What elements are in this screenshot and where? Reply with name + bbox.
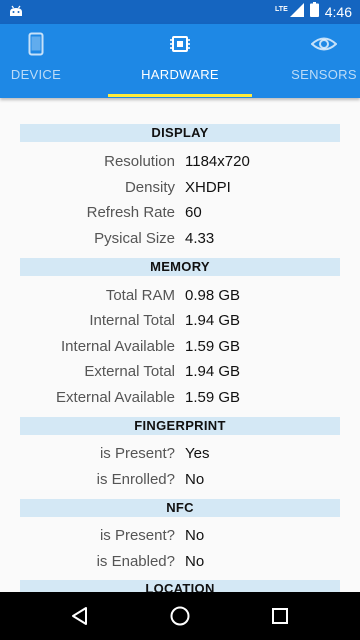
info-key: Resolution: [104, 153, 175, 170]
info-value: 1.94 GB: [185, 312, 241, 329]
tab-device-label: DEVICE: [10, 67, 62, 82]
info-key: Total RAM: [105, 287, 175, 304]
navigation-bar: [0, 592, 360, 640]
section-header-nfc: NFC: [20, 499, 340, 517]
info-value: 1184x720: [185, 153, 250, 170]
info-row-refresh-rate: Refresh Rate 60: [0, 200, 360, 225]
signal-icon: [289, 2, 304, 22]
info-row-fingerprint-enrolled: is Enrolled? No: [0, 467, 360, 492]
info-value: No: [185, 527, 205, 544]
info-key: Internal Total: [89, 312, 175, 329]
section-header-display: DISPLAY: [20, 124, 340, 142]
info-value: 1.59 GB: [185, 338, 241, 355]
info-row-external-total: External Total 1.94 GB: [0, 359, 360, 384]
info-value: No: [185, 553, 205, 570]
info-value: 60: [185, 204, 202, 221]
section-header-fingerprint: FINGERPRINT: [20, 417, 340, 435]
info-key: is Present?: [99, 527, 175, 544]
section-header-location: LOCATION: [20, 580, 340, 592]
home-icon: [170, 606, 190, 626]
info-row-total-ram: Total RAM 0.98 GB: [0, 283, 360, 308]
back-button[interactable]: [68, 604, 92, 628]
hardware-info-list[interactable]: DISPLAY Resolution 1184x720 Density XHDP…: [0, 98, 360, 592]
info-key: is Enrolled?: [96, 471, 175, 488]
tab-sensors[interactable]: SENSORS: [288, 24, 360, 98]
tab-sensors-label: SENSORS: [291, 67, 357, 82]
chip-icon: [168, 32, 192, 61]
tab-device[interactable]: DEVICE: [0, 24, 72, 98]
recents-button[interactable]: [268, 604, 292, 628]
tab-hardware[interactable]: HARDWARE: [108, 24, 252, 98]
back-icon: [72, 607, 87, 625]
section-header-memory: MEMORY: [20, 258, 340, 276]
clock: 4:46: [324, 4, 352, 20]
info-key: is Enabled?: [96, 553, 175, 570]
tab-hardware-label: HARDWARE: [141, 67, 219, 82]
info-row-nfc-enabled: is Enabled? No: [0, 549, 360, 574]
info-value: 4.33: [185, 230, 215, 247]
info-key: is Present?: [99, 445, 175, 462]
info-key: Density: [124, 179, 175, 196]
info-value: 1.59 GB: [185, 389, 241, 406]
phone-icon: [28, 32, 44, 61]
info-row-internal-available: Internal Available 1.59 GB: [0, 334, 360, 359]
info-value: No: [185, 471, 205, 488]
info-key: External Available: [56, 389, 175, 406]
info-row-external-available: External Available 1.59 GB: [0, 385, 360, 410]
tab-bar: DEVICE HARDWARE SENSORS: [0, 24, 360, 98]
info-value: 1.94 GB: [185, 363, 241, 380]
battery-icon: [309, 2, 319, 22]
eye-icon: [310, 32, 338, 61]
info-key: External Total: [84, 363, 175, 380]
recents-icon: [272, 608, 288, 624]
info-value: XHDPI: [185, 179, 231, 196]
status-bar: LTE 4:46: [0, 0, 360, 24]
info-row-fingerprint-present: is Present? Yes: [0, 441, 360, 466]
info-value: Yes: [185, 445, 210, 462]
info-key: Internal Available: [61, 338, 175, 355]
info-row-nfc-present: is Present? No: [0, 523, 360, 548]
info-key: Refresh Rate: [86, 204, 175, 221]
info-value: 0.98 GB: [185, 287, 241, 304]
android-notification-icon: [9, 4, 23, 23]
home-button[interactable]: [168, 604, 192, 628]
tab-indicator: [108, 94, 252, 97]
info-key: Pysical Size: [94, 230, 175, 247]
info-row-internal-total: Internal Total 1.94 GB: [0, 308, 360, 333]
network-type: LTE: [275, 5, 288, 13]
info-row-density: Density XHDPI: [0, 175, 360, 200]
info-row-resolution: Resolution 1184x720: [0, 149, 360, 174]
info-row-physical-size: Pysical Size 4.33: [0, 226, 360, 251]
